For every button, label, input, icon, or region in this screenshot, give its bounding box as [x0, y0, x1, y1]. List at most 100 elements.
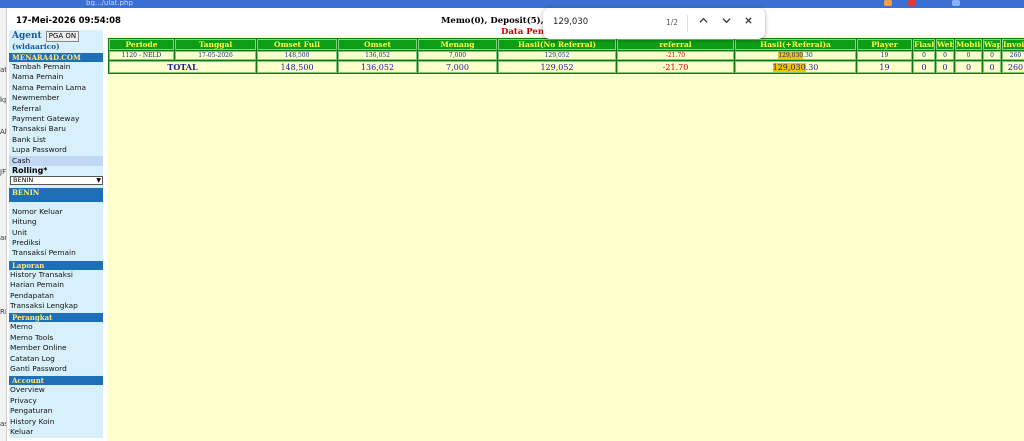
col-player[interactable]: Player [857, 39, 912, 50]
total-label: TOTAL [109, 61, 256, 73]
total-referral: -21.70 [617, 61, 734, 73]
col-hasil-no-referral[interactable]: Hasil(No Referral) [498, 39, 616, 50]
sidebar-item-hitung[interactable]: Hitung [9, 217, 103, 227]
total-web: 0 [936, 61, 954, 73]
sidebar-item-nama-pemain[interactable]: Nama Pemain [9, 72, 103, 82]
sidebar-item-catatan-log[interactable]: Catatan Log [9, 354, 103, 364]
cell-periode: 1120 - NELD [109, 51, 174, 60]
find-match-count: 1/2 [666, 18, 679, 27]
sidebar-item-overview[interactable]: Overview [9, 385, 103, 395]
sidebar-item-memo-tools[interactable]: Memo Tools [9, 333, 103, 343]
sidebar-item-nomor-keluar[interactable]: Nomor Keluar [9, 207, 103, 217]
benin-header: BENIN [9, 187, 103, 202]
sidebar-item-newmember[interactable]: Newmember [9, 93, 103, 103]
col-invoice[interactable]: Invoice [1002, 39, 1024, 50]
sidebar-item-transaksi-lengkap[interactable]: Transaksi Lengkap [9, 301, 103, 311]
sidebar-item-referral[interactable]: Referral [9, 104, 103, 114]
sidebar-item-payment-gateway[interactable]: Payment Gateway [9, 114, 103, 124]
market-select[interactable]: BENIN ▼ [10, 175, 103, 185]
account-header: Account [9, 376, 103, 386]
sidebar-item-prediksi[interactable]: Prediksi [9, 238, 103, 248]
background-window: at kp Al JF ar RI as [0, 8, 7, 441]
sidebar-item-ganti-password[interactable]: Ganti Password [9, 364, 103, 374]
sidebar-item-cash[interactable]: Cash [9, 155, 103, 166]
profile-icon[interactable] [952, 0, 960, 6]
sidebar-item-bank-list[interactable]: Bank List [9, 135, 103, 145]
total-mobile: 0 [955, 61, 982, 73]
col-periode[interactable]: Periode [109, 39, 174, 50]
agent-label: Agent [12, 31, 42, 41]
cell-omset: 136,052 [338, 51, 417, 60]
sidebar-item-member-online[interactable]: Member Online [9, 343, 103, 353]
sidebar-item-history-koin[interactable]: History Koin [9, 417, 103, 427]
total-hasil-no-referral: 129,052 [498, 61, 616, 73]
sidebar-item-nama-pemain-lama[interactable]: Nama Pemain Lama [9, 83, 103, 93]
total-menang: 7,000 [418, 61, 497, 73]
extension-icon[interactable] [884, 0, 892, 6]
total-player: 19 [857, 61, 912, 73]
agent-row: Agent PGA ON [9, 30, 103, 42]
sidebar-item-transaksi-pemain[interactable]: Transaksi Pemain [9, 248, 103, 258]
find-bar: 129,030 1/2 [543, 8, 765, 39]
agent-username: (wldaarico) [12, 42, 60, 51]
find-highlight: 129,030 [778, 52, 804, 59]
cell-invoice: 260 [1002, 51, 1024, 60]
sidebar-item-pendapatan[interactable]: Pendapatan [9, 291, 103, 301]
total-hasil-referal-decimal: .30 [805, 62, 819, 72]
sidebar-item-memo[interactable]: Memo [9, 322, 103, 332]
sidebar-item-transaksi-baru[interactable]: Transaksi Baru [9, 124, 103, 134]
col-referral[interactable]: referral [617, 39, 734, 50]
cell-hasil-referal: 129,030.30 [735, 51, 856, 60]
sidebar-item-tambah-pemain[interactable]: Tambah Pemain [9, 62, 103, 72]
col-wap[interactable]: Wap [983, 39, 1001, 50]
cell-hasil-referal-decimal: .30 [803, 52, 813, 59]
close-icon[interactable] [740, 15, 756, 31]
col-web[interactable]: Web [936, 39, 954, 50]
cell-web: 0 [936, 51, 954, 60]
sidebar-item-unit[interactable]: Unit [9, 228, 103, 238]
col-mobile[interactable]: Mobile [955, 39, 982, 50]
cell-referral: -21.70 [617, 51, 734, 60]
perangkat-header: Perangkat [9, 313, 103, 323]
site-header: MENARA4D.COM [9, 53, 103, 62]
pga-button[interactable]: PGA ON [45, 30, 80, 42]
server-datetime: 17-Mei-2026 09:54:08 [16, 16, 121, 26]
laporan-header: Laporan [9, 260, 103, 270]
table-total-row: TOTAL 148,500 136,052 7,000 129,052 -21.… [109, 61, 1024, 73]
cell-omset-full: 148,500 [257, 51, 337, 60]
cell-wap: 0 [983, 51, 1001, 60]
table-row: 1120 - NELD 17-05-2026 148,500 136,052 7… [109, 51, 1024, 60]
total-omset: 136,052 [338, 61, 417, 73]
chevron-down-icon: ▼ [96, 176, 101, 184]
chevron-up-icon[interactable] [695, 15, 711, 31]
total-omset-full: 148,500 [257, 61, 337, 73]
content-area [107, 36, 1024, 441]
cell-hasil-no-referral: 129,052 [498, 51, 616, 60]
extension-icon-2[interactable] [908, 0, 916, 6]
total-invoice: 260 [1002, 61, 1024, 73]
cell-mobile: 0 [955, 51, 982, 60]
sidebar-item-pengaturan[interactable]: Pengaturan [9, 406, 103, 416]
col-hasil-referal[interactable]: Hasil(+Referal)a [735, 39, 856, 50]
address-bar[interactable]: bg.../ulat.php [86, 0, 386, 6]
col-tanggal[interactable]: Tanggal [175, 39, 256, 50]
find-input[interactable]: 129,030 [553, 17, 653, 27]
sidebar-item-harian-pemain[interactable]: Harian Pemain [9, 280, 103, 290]
sidebar-item-history-transaksi[interactable]: History Transaksi [9, 270, 103, 280]
col-flash[interactable]: Flash [913, 39, 935, 50]
sidebar-item-privacy[interactable]: Privacy [9, 396, 103, 406]
sidebar-item-keluar[interactable]: Keluar [9, 427, 103, 437]
total-flash: 0 [913, 61, 935, 73]
find-highlight-active: 129,030 [772, 62, 806, 72]
rolling-label: Rolling* [12, 165, 48, 175]
chevron-down-icon[interactable] [718, 15, 734, 31]
table-header-row: Periode Tanggal Omset Full Omset Menang … [109, 39, 1024, 50]
total-wap: 0 [983, 61, 1001, 73]
sidebar: Agent PGA ON (wldaarico) MENARA4D.COM Ta… [9, 30, 103, 438]
col-menang[interactable]: Menang [418, 39, 497, 50]
sidebar-item-lupa-password[interactable]: Lupa Password [9, 145, 103, 155]
income-table: Periode Tanggal Omset Full Omset Menang … [108, 38, 1024, 74]
find-divider [687, 15, 688, 32]
col-omset[interactable]: Omset [338, 39, 417, 50]
col-omset-full[interactable]: Omset Full [257, 39, 337, 50]
